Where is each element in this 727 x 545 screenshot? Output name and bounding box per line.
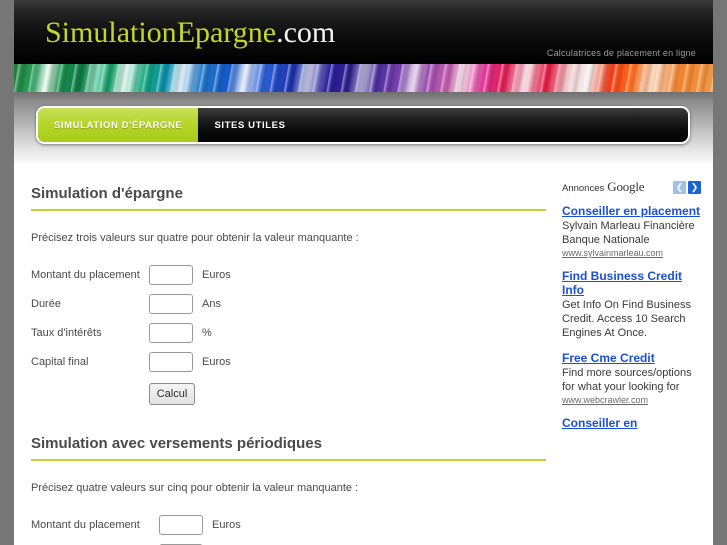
ads-header: Annonces Google ❮ ❯ [562,179,701,195]
unit-montant-placement: Euros [202,268,231,281]
ad-body-3: Find more sources/options for what your … [562,367,692,393]
page-root: SimulationEpargne.com Calculatrices de p… [0,0,727,545]
site-logo[interactable]: SimulationEpargne.com [45,18,335,48]
tab-simulation-epargne[interactable]: SIMULATION D'ÉPARGNE [38,108,199,142]
input-duree[interactable] [149,293,193,314]
input-taux-interets[interactable] [149,322,193,343]
decorative-color-banner [14,64,713,92]
ad-body-2: Get Info On Find Business Credit. Access… [562,299,692,339]
ad-item-1: Conseiller en placement Sylvain Marleau … [562,204,701,258]
ads-pager: ❮ ❯ [673,180,701,194]
unit-duree: Ans [202,297,221,310]
section-intro-2: Précisez quatre valeurs sur cinq pour ob… [31,482,359,494]
form-row-versements-periodiques: Versements périodiques Euros par an [31,539,546,545]
ad-body-1: Sylvain Marleau Financière Banque Nation… [562,220,695,246]
unit-montant-placement-2: Euros [212,518,241,531]
ad-title-4[interactable]: Conseiller en [562,416,701,430]
site-tagline: Calculatrices de placement en ligne [546,48,696,58]
ad-item-2: Find Business Credit Info Get Info On Fi… [562,269,701,340]
unit-taux-interets: % [202,326,212,339]
section-title-1: Simulation d'épargne [31,162,546,211]
main-column: Simulation d'épargne Précisez trois vale… [31,162,546,545]
ad-item-4: Conseiller en [562,416,701,430]
ad-title-2[interactable]: Find Business Credit Info [562,269,701,297]
form-row-duree: Durée Ans [31,289,546,318]
input-capital-final[interactable] [149,351,193,372]
input-montant-placement[interactable] [149,264,193,285]
main-navigation: SIMULATION D'ÉPARGNE SITES UTILES [36,106,690,144]
label-montant-placement: Montant du placement [31,268,140,281]
section-simulation-epargne: Simulation d'épargne Précisez trois vale… [31,162,546,412]
label-taux-interets: Taux d'intérêts [31,326,102,339]
input-montant-placement-2[interactable] [159,514,203,535]
logo-text-domain: .com [276,16,336,49]
chevron-right-icon[interactable]: ❯ [688,180,701,194]
form-row-taux-interets: Taux d'intérêts % [31,318,546,347]
label-capital-final: Capital final [31,355,89,368]
ads-label: Annonces [562,183,605,194]
ad-url-3[interactable]: www.webcrawler.com [562,395,701,405]
tab-sites-utiles[interactable]: SITES UTILES [198,108,301,142]
form-versements-periodiques: Montant du placement Euros Versements pé… [31,510,546,545]
section-versements-periodiques: Simulation avec versements périodiques P… [31,412,546,545]
form-row-capital-final: Capital final Euros [31,347,546,376]
label-montant-placement-2: Montant du placement [31,518,140,531]
logo-text-epargne: Epargne [176,16,277,49]
form-actions-1: Calcul [31,376,546,412]
section-title-2: Simulation avec versements périodiques [31,412,546,461]
ad-item-3: Free Cme Credit Find more sources/option… [562,351,701,405]
unit-capital-final: Euros [202,355,231,368]
nav-band: SIMULATION D'ÉPARGNE SITES UTILES [14,92,713,162]
ad-url-1[interactable]: www.sylvainmarleau.com [562,248,701,258]
logo-text-simulation: Simulation [45,16,177,49]
form-simulation-epargne: Montant du placement Euros Durée Ans Tau… [31,260,546,412]
site-header: SimulationEpargne.com Calculatrices de p… [14,0,713,64]
page-content: Simulation d'épargne Précisez trois vale… [14,162,713,545]
google-logo: Google [607,179,645,194]
calcul-button-1[interactable]: Calcul [149,383,195,405]
section-intro-1: Précisez trois valeurs sur quatre pour o… [31,232,359,244]
ad-title-1[interactable]: Conseiller en placement [562,204,701,218]
chevron-left-icon[interactable]: ❮ [673,180,686,194]
label-duree: Durée [31,297,61,310]
ads-brand-row: Annonces Google [562,178,645,196]
google-ads-sidebar: Annonces Google ❮ ❯ Conseiller en placeme… [548,162,713,441]
ad-title-3[interactable]: Free Cme Credit [562,351,701,365]
form-row-montant-placement-2: Montant du placement Euros [31,510,546,539]
form-row-montant-placement: Montant du placement Euros [31,260,546,289]
site-frame: SimulationEpargne.com Calculatrices de p… [14,0,713,545]
